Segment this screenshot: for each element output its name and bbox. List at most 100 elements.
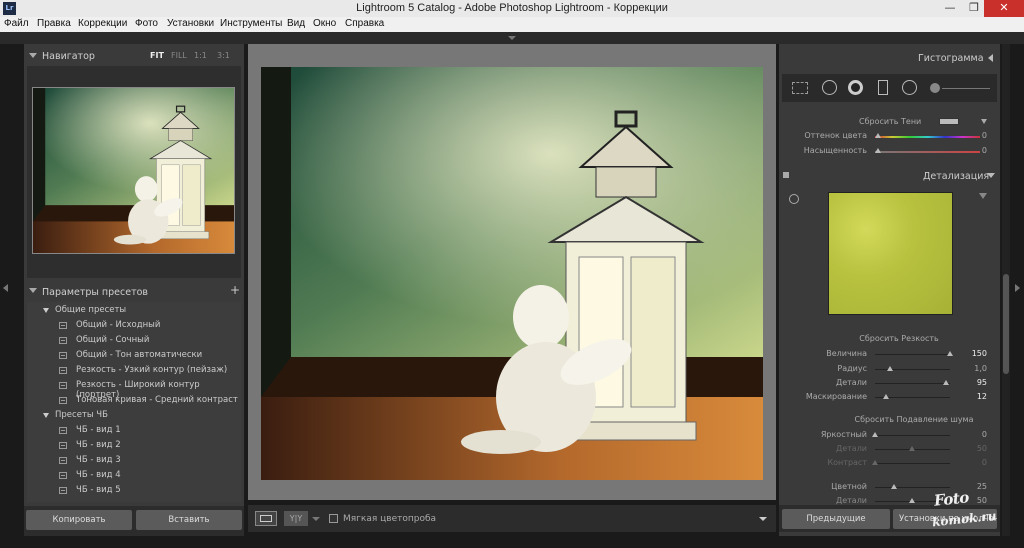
shadow-color-swatch[interactable] [939,118,959,125]
color-noise-slider[interactable] [875,487,950,488]
left-panel-toggle-icon[interactable] [3,284,8,292]
add-preset-icon[interactable]: + [230,283,240,297]
red-eye-icon[interactable] [848,80,863,95]
preset-item[interactable]: ЧБ - вид 1 [27,424,241,438]
toolbar-menu-icon[interactable] [759,517,767,521]
expand-icon[interactable] [981,119,987,124]
menu-settings[interactable]: Установки [167,18,214,29]
crop-tool-icon[interactable] [792,82,808,94]
preset-item[interactable]: Общий - Сочный [27,334,241,348]
color-detail-knob[interactable] [909,498,915,503]
masking-value[interactable]: 12 [971,392,987,401]
top-panel-toggle[interactable] [0,32,1024,44]
preset-item[interactable]: Тоновая кривая - Средний контраст [27,394,241,408]
paste-button[interactable]: Вставить [136,510,242,530]
collapse-histogram-icon[interactable] [988,54,993,62]
detail-preview[interactable] [828,192,953,315]
folder-expanded-icon[interactable] [43,308,49,313]
menu-window[interactable]: Окно [313,18,336,29]
luminance-slider[interactable] [875,435,950,436]
soft-proof-checkbox[interactable] [329,514,338,523]
adjustment-brush-icon[interactable] [930,83,940,93]
menu-file[interactable]: Файл [4,18,29,29]
hue-slider-knob[interactable] [875,133,881,138]
preset-item[interactable]: ЧБ - вид 4 [27,469,241,483]
reset-shadows-label[interactable]: Сбросить Тени [859,117,929,126]
amount-slider[interactable] [875,354,950,355]
close-icon[interactable]: ✕ [984,0,1024,17]
menu-photo[interactable]: Фото [135,18,158,29]
saturation-value[interactable]: 0 [971,146,987,155]
menu-help[interactable]: Справка [345,18,384,29]
reset-noise-label[interactable]: Сбросить Подавление шума [839,415,989,424]
luminance-slider-knob[interactable] [872,432,878,437]
scrollbar-thumb[interactable] [1003,274,1009,374]
amount-slider-knob[interactable] [947,351,953,356]
preset-item[interactable]: Резкость - Узкий контур (пейзаж) [27,364,241,378]
collapse-top-icon[interactable] [508,36,516,40]
contrast-value[interactable]: 0 [971,458,987,467]
main-photo[interactable] [261,67,763,480]
target-icon[interactable] [789,194,799,204]
view-dropdown-icon[interactable] [312,517,320,521]
right-panel-toggle-icon[interactable] [1015,284,1020,292]
luminance-detail-value[interactable]: 50 [971,444,987,453]
navigator-header[interactable]: Навигатор FIT FILL 1:1 3:1 [24,48,244,64]
radial-filter-icon[interactable] [902,80,917,95]
collapse-navigator-icon[interactable] [29,53,37,58]
navigator-thumbnail[interactable] [32,87,235,254]
zoom-fill[interactable]: FILL [171,51,187,60]
luminance-detail-knob[interactable] [909,446,915,451]
loupe-view-icon[interactable] [255,511,277,526]
brush-slider[interactable] [942,88,990,89]
reset-sharpening-label[interactable]: Сбросить Резкость [839,334,959,343]
saturation-slider[interactable] [875,151,980,153]
preset-folder-general[interactable]: Общие пресеты [27,304,241,318]
preset-item[interactable]: ЧБ - вид 3 [27,454,241,468]
copy-button[interactable]: Копировать [26,510,132,530]
color-noise-knob[interactable] [891,484,897,489]
restore-icon[interactable]: ❐ [962,0,986,17]
before-after-view-icon[interactable]: Y|Y [284,511,308,526]
collapse-detail-icon[interactable] [987,173,995,178]
detail-slider[interactable] [875,383,950,384]
panel-switch-icon[interactable] [783,172,789,178]
menu-tools[interactable]: Инструменты [220,18,282,29]
spot-removal-icon[interactable] [822,80,837,95]
preset-item[interactable]: Общий - Исходный [27,319,241,333]
preset-item[interactable]: ЧБ - вид 2 [27,439,241,453]
previous-button[interactable]: Предыдущие [782,509,890,529]
radius-slider-knob[interactable] [887,366,893,371]
contrast-slider[interactable] [875,463,950,464]
preset-label: Общий - Тон автоматически [76,350,203,360]
preset-item[interactable]: ЧБ - вид 5 [27,484,241,498]
contrast-slider-knob[interactable] [872,460,878,465]
hue-slider[interactable] [875,136,980,138]
menu-view[interactable]: Вид [287,18,305,29]
right-panel-scrollbar[interactable] [1002,44,1010,536]
masking-slider-knob[interactable] [883,394,889,399]
detail-header[interactable]: Детализация [779,168,1000,184]
image-viewer[interactable] [248,44,776,500]
preset-folder-bw[interactable]: Пресеты ЧБ [27,409,241,423]
detail-slider-knob[interactable] [943,380,949,385]
graduated-filter-icon[interactable] [878,80,888,95]
luminance-value[interactable]: 0 [971,430,987,439]
preview-warning-icon[interactable] [979,193,987,199]
detail-value[interactable]: 95 [971,378,987,387]
collapse-presets-icon[interactable] [29,288,37,293]
radius-value[interactable]: 1,0 [971,364,987,373]
preset-item[interactable]: Резкость - Широкий контур (портрет) [27,379,241,400]
amount-value[interactable]: 150 [971,349,987,358]
presets-header[interactable]: Параметры пресетов + [24,283,244,299]
menu-develop[interactable]: Коррекции [78,18,127,29]
menu-edit[interactable]: Правка [37,18,71,29]
saturation-slider-knob[interactable] [875,148,881,153]
preset-item[interactable]: Общий - Тон автоматически [27,349,241,363]
zoom-3-1[interactable]: 3:1 [217,51,230,60]
zoom-fit[interactable]: FIT [150,51,164,60]
folder-expanded-icon[interactable] [43,413,49,418]
zoom-1-1[interactable]: 1:1 [194,51,207,60]
hue-value[interactable]: 0 [971,131,987,140]
minimize-icon[interactable]: — [938,0,962,17]
